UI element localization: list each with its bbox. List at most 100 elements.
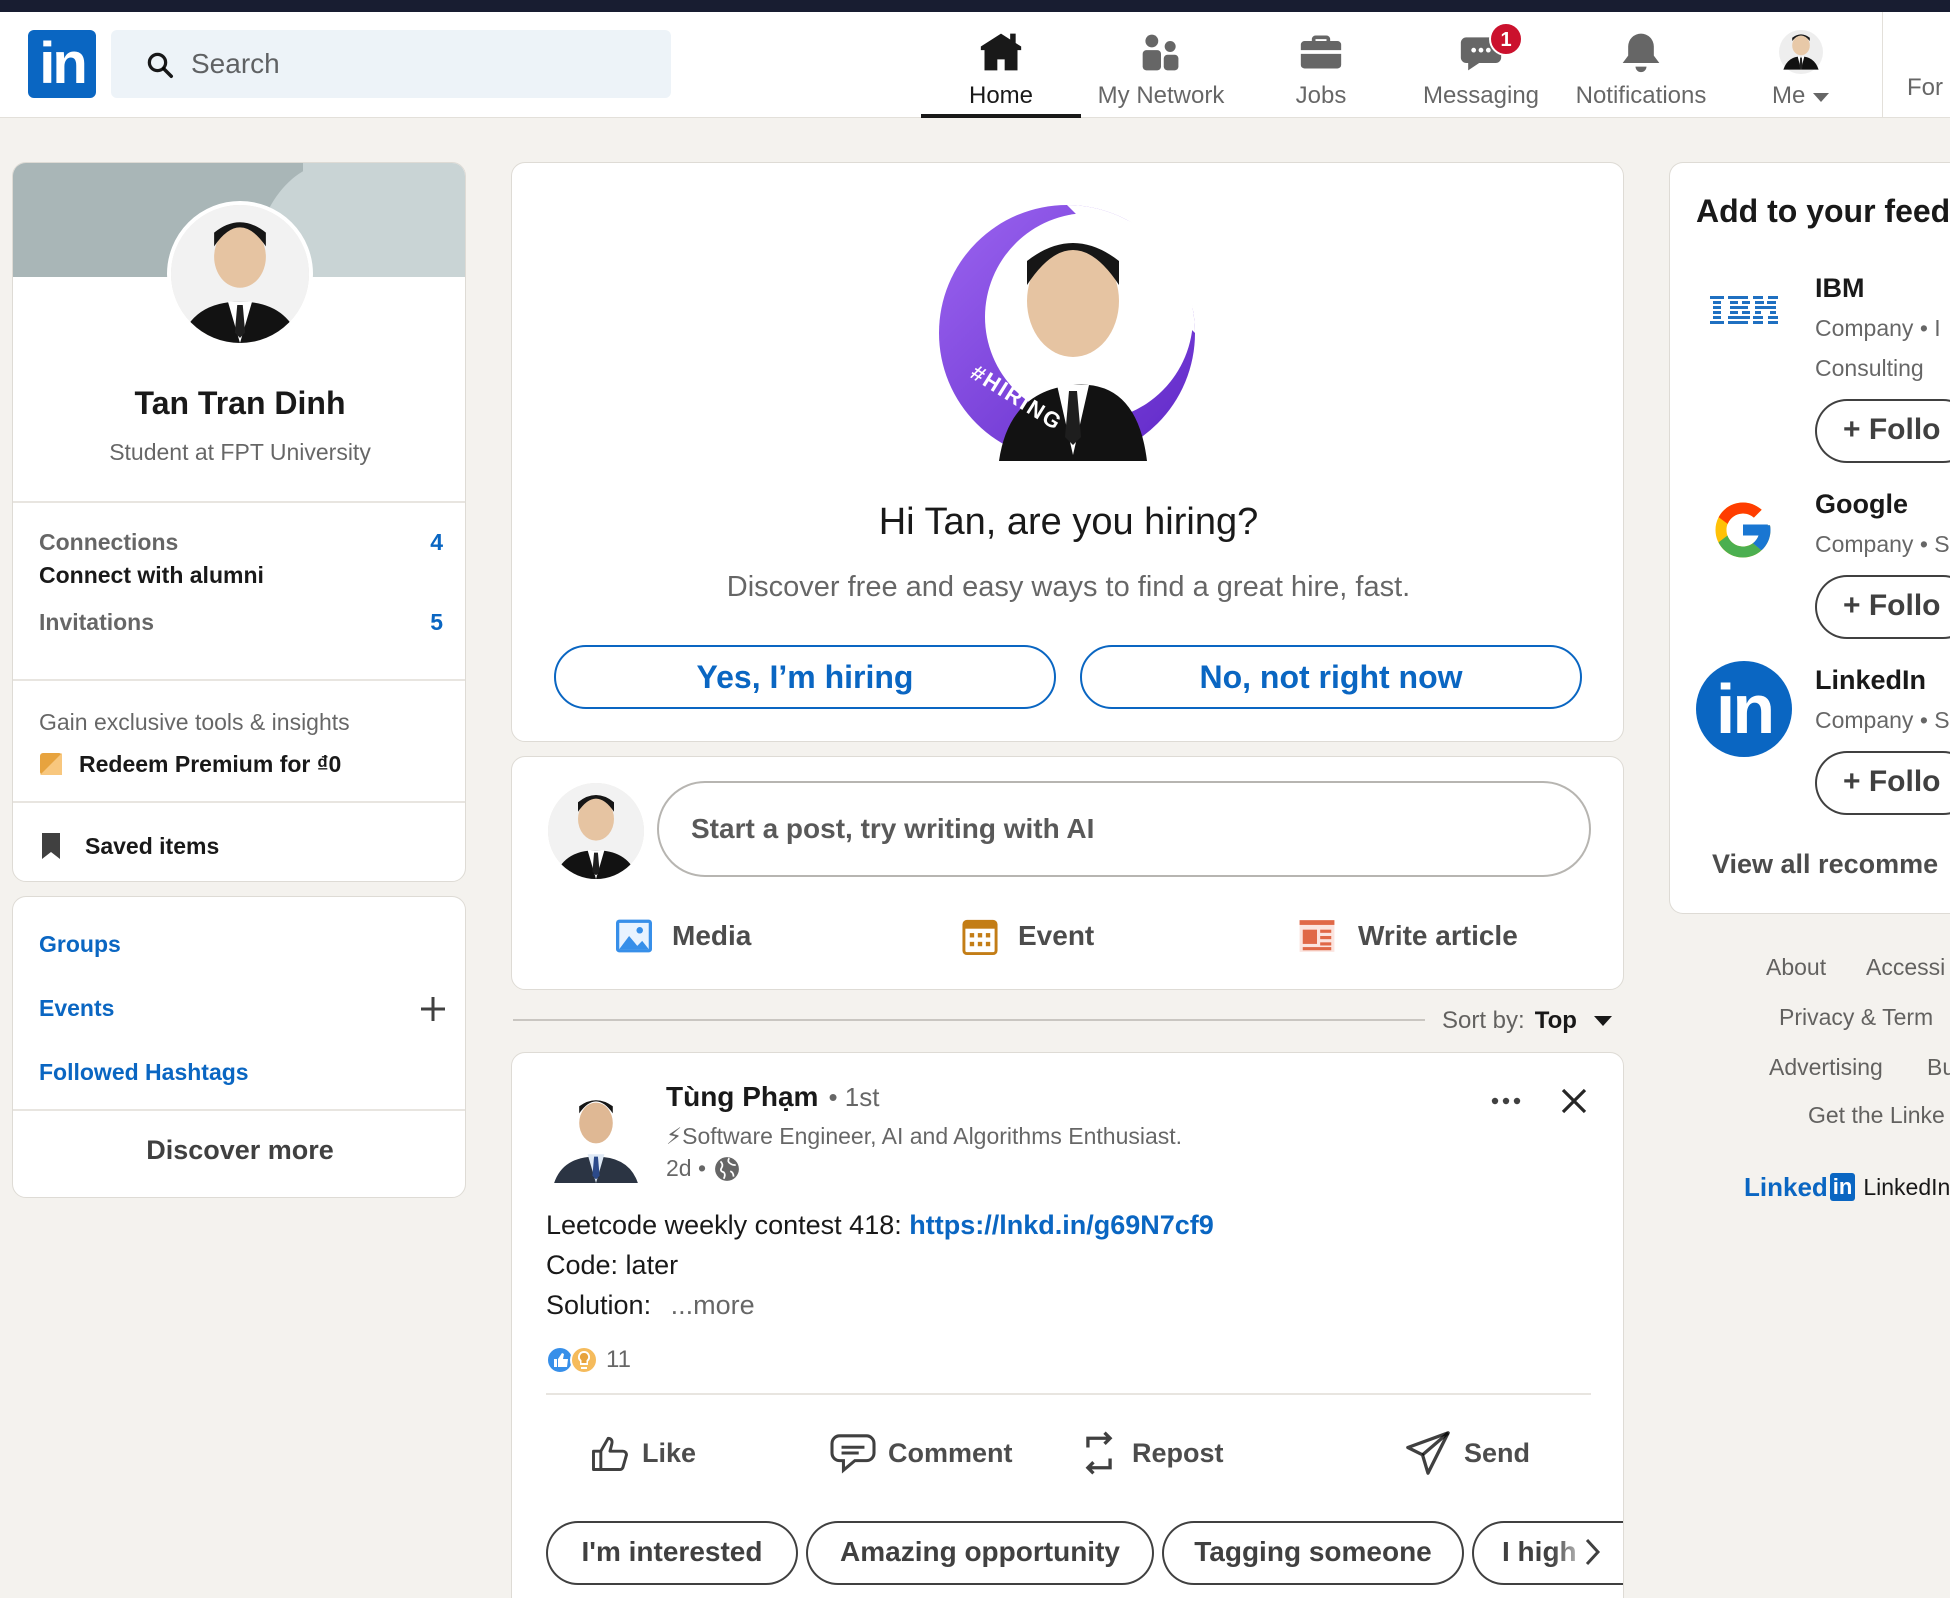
connections-label: Connections (39, 529, 179, 555)
linkedin-logo[interactable]: in (28, 30, 96, 98)
discover-more-button[interactable]: Discover more (13, 1135, 465, 1166)
invitations-row[interactable]: Invitations 5 (39, 609, 443, 643)
media-button[interactable]: Media (614, 911, 751, 961)
feed-item-name[interactable]: Google (1815, 489, 1908, 520)
write-article-button[interactable]: Write article (1298, 911, 1518, 961)
post-body: Leetcode weekly contest 418: https://lnk… (546, 1205, 1586, 1325)
for-business-link[interactable]: For (1907, 74, 1943, 102)
divider (13, 501, 465, 503)
events-link[interactable]: Events (39, 995, 114, 1022)
send-label: Send (1464, 1437, 1531, 1468)
nav-notifications[interactable]: Notifications (1561, 22, 1721, 116)
post-line3: Solution: (546, 1290, 652, 1320)
linkedin-company-logo[interactable]: in (1696, 661, 1792, 757)
quick-reply-pill[interactable]: Tagging someone (1162, 1521, 1464, 1585)
quick-reply-pill[interactable]: Amazing opportunity (806, 1521, 1154, 1585)
premium-cta[interactable]: Redeem Premium for ₫0 (39, 747, 341, 781)
hiring-title: Hi Tan, are you hiring? (878, 501, 1259, 543)
more-options-icon[interactable] (1490, 1095, 1522, 1107)
footer-brand: Linked in LinkedIn (1744, 1170, 1950, 1204)
start-post-input[interactable]: Start a post, try writing with AI (657, 781, 1591, 877)
nav-messaging-label: Messaging (1422, 82, 1540, 109)
like-button[interactable]: Like (588, 1423, 696, 1483)
post-author-avatar[interactable] (548, 1087, 644, 1183)
thumbs-up-icon (592, 1436, 628, 1471)
profile-avatar[interactable] (167, 201, 313, 347)
footer-accessibility-link[interactable]: Accessi (1866, 954, 1945, 981)
post-author-headline: ⚡Software Engineer, AI and Algorithms En… (666, 1123, 1183, 1149)
repost-icon (1085, 1431, 1113, 1475)
footer-privacy-link[interactable]: Privacy & Term (1779, 1004, 1933, 1031)
divider (13, 1109, 465, 1111)
comment-button[interactable]: Comment (830, 1423, 1013, 1483)
bell-icon (1622, 33, 1660, 73)
footer-about-link[interactable]: About (1766, 954, 1826, 981)
view-all-recommendations-link[interactable]: View all recomme (1712, 849, 1938, 880)
groups-link[interactable]: Groups (39, 931, 121, 958)
home-icon (980, 33, 1022, 71)
feed-item-name[interactable]: IBM (1815, 273, 1865, 304)
nav-jobs[interactable]: Jobs (1241, 22, 1401, 116)
close-icon[interactable] (1560, 1087, 1588, 1115)
repost-button[interactable]: Repost (1078, 1423, 1224, 1483)
me-avatar (1779, 30, 1823, 74)
article-icon (1299, 920, 1335, 952)
followed-hashtags-link[interactable]: Followed Hashtags (39, 1059, 249, 1086)
composer-avatar[interactable] (548, 783, 644, 879)
ibm-logo[interactable] (1710, 293, 1780, 333)
saved-items[interactable]: Saved items (39, 829, 219, 863)
image-icon (616, 919, 652, 953)
feed-item-name[interactable]: LinkedIn (1815, 665, 1926, 696)
add-to-feed-card: Add to your feed IBM Company • I Consult… (1669, 162, 1950, 914)
reactions-summary[interactable]: 11 (546, 1343, 631, 1377)
globe-icon (715, 1156, 739, 1181)
comment-label: Comment (888, 1437, 1013, 1468)
profile-card: Tan Tran Dinh Student at FPT University … (12, 162, 466, 882)
sort-label: Sort by: (1442, 1007, 1525, 1034)
google-logo[interactable] (1710, 497, 1776, 563)
premium-cta-label: Redeem Premium for ₫0 (79, 750, 342, 777)
add-event-icon[interactable] (419, 995, 447, 1023)
footer-business-link[interactable]: Bu (1927, 1054, 1950, 1081)
window-top-strip (0, 0, 1950, 12)
bookmark-icon (42, 833, 60, 859)
follow-button[interactable]: + Follo (1815, 751, 1950, 815)
nav-my-network[interactable]: My Network (1081, 22, 1241, 116)
post-line1-text: Leetcode weekly contest 418: (546, 1210, 910, 1240)
follow-button[interactable]: + Follo (1815, 575, 1950, 639)
divider (546, 1393, 1591, 1395)
search-input[interactable]: Search (111, 30, 671, 98)
post-line2: Code: later (546, 1250, 679, 1280)
feed-item-meta: Company • S (1815, 707, 1950, 733)
start-post-placeholder: Start a post, try writing with AI (691, 813, 1095, 844)
yes-hiring-button[interactable]: Yes, I’m hiring (554, 645, 1056, 709)
nav-me[interactable]: Me (1721, 22, 1881, 116)
divider (13, 801, 465, 803)
profile-name[interactable]: Tan Tran Dinh (13, 385, 465, 422)
footer-advertising-link[interactable]: Advertising (1769, 1054, 1883, 1081)
feed-post: Tùng Phạm • 1st ⚡Software Engineer, AI a… (511, 1052, 1624, 1598)
footer-get-app-link[interactable]: Get the Linke (1808, 1102, 1945, 1129)
caret-down-icon (1813, 93, 1829, 102)
sort-dropdown[interactable]: Sort by: Top (1442, 1004, 1613, 1038)
nav-me-label: Me (1721, 82, 1881, 110)
post-author-line: Tùng Phạm • 1st (666, 1081, 879, 1113)
post-author-name[interactable]: Tùng Phạm (666, 1081, 818, 1113)
nav-me-text: Me (1771, 82, 1806, 109)
footer-copyright: LinkedIn (1863, 1173, 1950, 1200)
hiring-avatar[interactable]: #HIRING (939, 205, 1195, 461)
not-hiring-button[interactable]: No, not right now (1080, 645, 1582, 709)
nav-jobs-label: Jobs (1295, 82, 1347, 109)
chevron-right-icon[interactable] (1584, 1537, 1602, 1567)
post-link[interactable]: https://lnkd.in/g69N7cf9 (909, 1210, 1214, 1240)
send-button[interactable]: Send (1406, 1423, 1530, 1483)
follow-button[interactable]: + Follo (1815, 399, 1950, 463)
nav-home[interactable]: Home (921, 22, 1081, 118)
nav-messaging[interactable]: 1 Messaging (1401, 22, 1561, 116)
connections-row[interactable]: Connections Connect with alumni 4 (39, 529, 443, 595)
see-more-link[interactable]: ...more (671, 1290, 755, 1320)
connections-count: 4 (430, 529, 443, 555)
event-button[interactable]: Event (962, 911, 1094, 961)
messaging-badge: 1 (1489, 22, 1523, 56)
quick-reply-pill[interactable]: I'm interested (546, 1521, 798, 1585)
